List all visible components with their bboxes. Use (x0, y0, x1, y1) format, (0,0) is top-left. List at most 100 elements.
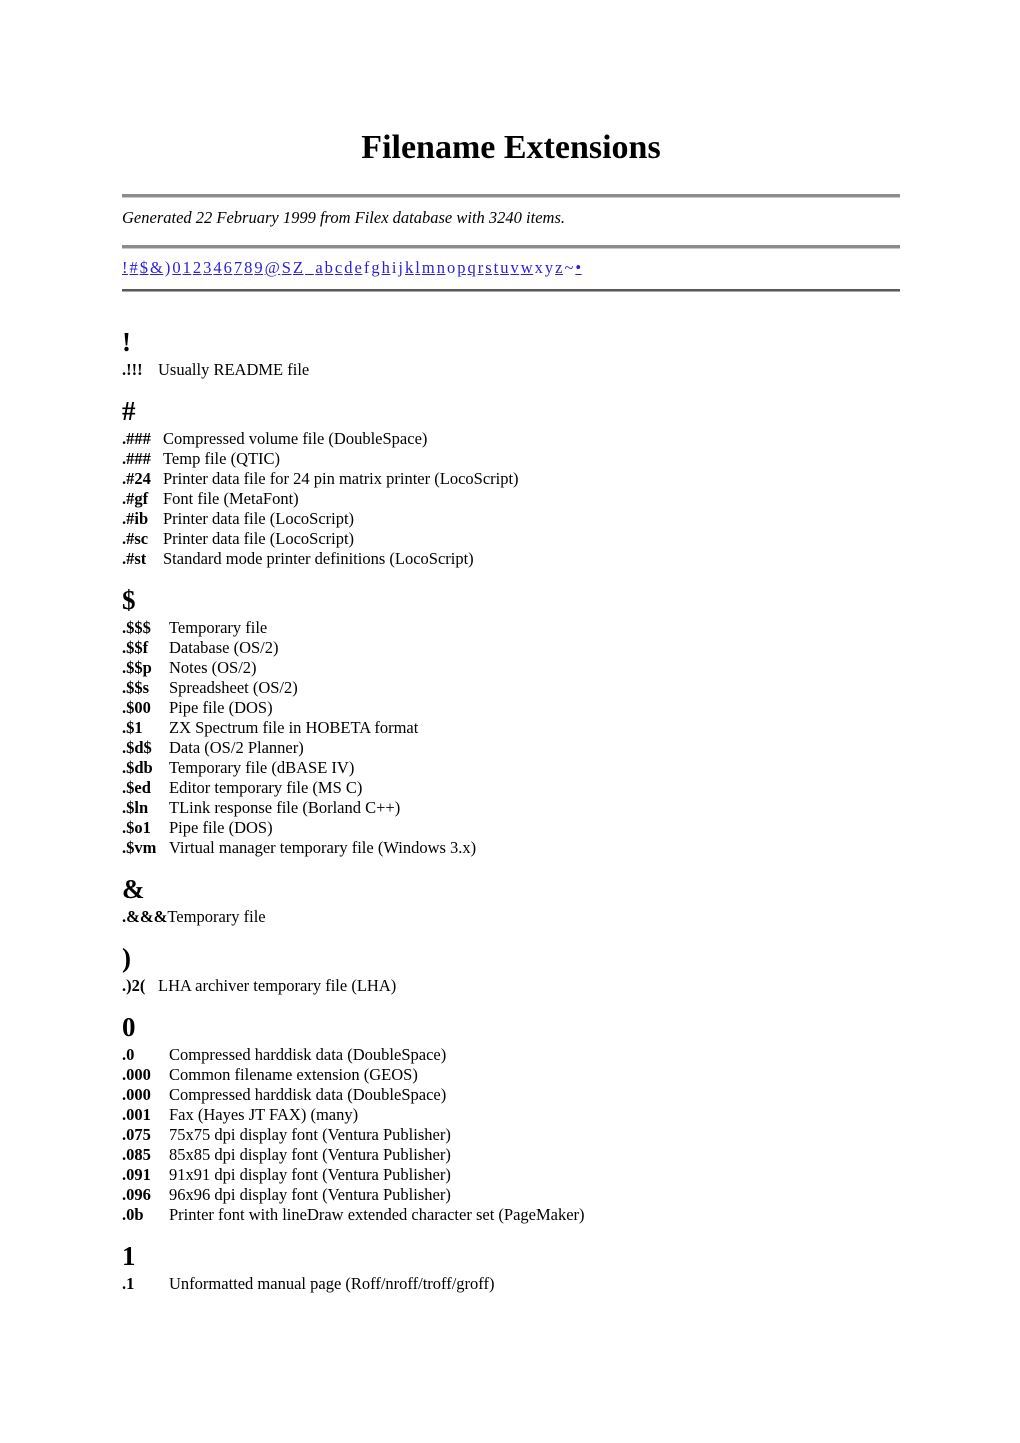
extension-name: .075 (122, 1125, 151, 1144)
extension-entry: .#24 Printer data file for 24 pin matrix … (122, 469, 900, 489)
index-link-19[interactable]: b (325, 258, 334, 277)
index-link-26[interactable]: i (392, 258, 397, 277)
section-5: 0 .0 Compressed harddisk data (DoubleSpace… (122, 1012, 900, 1225)
index-link-42[interactable]: y (545, 258, 554, 277)
document-content: Filename Extensions Generated 22 Februar… (122, 0, 900, 1294)
extension-name: .096 (122, 1185, 151, 1204)
index-link-20[interactable]: c (335, 258, 343, 277)
extension-entry: .000 Compressed harddisk data (DoubleSpac… (122, 1085, 900, 1105)
extension-description: Temporary file (167, 907, 266, 926)
index-link-0[interactable]: ! (122, 258, 128, 277)
index-link-32[interactable]: o (447, 258, 456, 277)
section-heading: ) (122, 943, 131, 973)
extension-name: .000 (122, 1065, 151, 1084)
index-link-12[interactable]: 8 (244, 258, 253, 277)
extension-name: .0b (122, 1205, 144, 1224)
index-link-9[interactable]: 4 (213, 258, 222, 277)
extension-description: 75x75 dpi display font (Ventura Publishe… (169, 1125, 451, 1144)
extension-name: .$$f (122, 638, 149, 657)
index-link-36[interactable]: s (485, 258, 492, 277)
extension-entry: .$1 ZX Spectrum file in HOBETA format (122, 718, 900, 738)
extension-description: Common filename extension (GEOS) (169, 1065, 418, 1084)
extension-entry: .075 75x75 dpi display font (Ventura Publ… (122, 1125, 900, 1145)
index-link-1[interactable]: # (130, 258, 139, 277)
index-link-22[interactable]: e (354, 258, 362, 277)
index-link-30[interactable]: m (422, 258, 435, 277)
index-link-25[interactable]: h (382, 258, 391, 277)
page-title: Filename Extensions (361, 129, 661, 166)
section-heading: 0 (122, 1012, 136, 1042)
index-link-15[interactable]: S (282, 258, 292, 277)
extension-name: .001 (122, 1105, 151, 1124)
index-link-2[interactable]: $ (140, 258, 149, 277)
index-link-28[interactable]: k (405, 258, 414, 277)
entry-list: .1 Unformatted manual page (Roff/nroff/tr… (122, 1274, 900, 1294)
extension-name: .0 (122, 1045, 135, 1064)
index-link-31[interactable]: n (437, 258, 446, 277)
extension-entry: .$$s Spreadsheet (OS/2) (122, 678, 900, 698)
extension-entry: .$00 Pipe file (DOS) (122, 698, 900, 718)
index-link-44[interactable]: ~ (564, 258, 573, 277)
index-link-5[interactable]: 0 (172, 258, 181, 277)
extension-description: Compressed harddisk data (DoubleSpace) (169, 1085, 447, 1104)
extension-entry: .!!! Usually README file (122, 360, 900, 380)
index-link-4[interactable]: ) (165, 258, 171, 277)
extension-entry: .### Compressed volume file (DoubleSpace) (122, 429, 900, 449)
section-2: $ .$$$ Temporary file .$$f Database (OS/2) .$… (122, 585, 900, 858)
index-link-45[interactable]: • (575, 258, 581, 277)
index-link-18[interactable]: a (315, 258, 323, 277)
extension-name: .085 (122, 1145, 151, 1164)
index-link-16[interactable]: Z (293, 258, 304, 277)
index-link-27[interactable]: j (398, 258, 403, 277)
index-link-34[interactable]: q (467, 258, 476, 277)
extension-name: .$$s (122, 678, 150, 697)
index-link-23[interactable]: f (364, 258, 370, 277)
section-1: # .### Compressed volume file (DoubleSpace… (122, 396, 900, 569)
index-link-10[interactable]: 6 (224, 258, 233, 277)
index-link-14[interactable]: @ (265, 258, 281, 277)
sections-container: !.!!! Usually README file # .### Compressed … (122, 291, 900, 1294)
extension-name: .)2( (122, 976, 146, 995)
index-link-37[interactable]: t (494, 258, 499, 277)
extension-entry: .)2(LHA archiver temporary file (LHA) (122, 976, 900, 996)
entry-list: .0 Compressed harddisk data (DoubleSpace)… (122, 1045, 900, 1225)
extension-name: .$d$ (122, 738, 152, 757)
index-link-6[interactable]: 1 (183, 258, 192, 277)
extension-description: Virtual manager temporary file (Windows … (169, 838, 477, 857)
index-link-21[interactable]: d (344, 258, 353, 277)
index-link-13[interactable]: 9 (254, 258, 263, 277)
extension-description: 91x91 dpi display font (Ventura Publishe… (169, 1165, 451, 1184)
index-link-41[interactable]: x (535, 258, 544, 277)
extension-entry: .#sc Printer data file (LocoScript) (122, 529, 900, 549)
extension-entry: .0 Compressed harddisk data (DoubleSpace) (122, 1045, 900, 1065)
extension-entry: .$o1 Pipe file (DOS) (122, 818, 900, 838)
extension-entry: .#gf Font file (MetaFont) (122, 489, 900, 509)
extension-entry: .$db Temporary file (dBASE IV) (122, 758, 900, 778)
index-link-43[interactable]: z (555, 258, 563, 277)
extension-entry: .$ln TLink response file (Borland C++) (122, 798, 900, 818)
index-link-35[interactable]: r (478, 258, 484, 277)
extension-description: Database (OS/2) (169, 638, 279, 657)
index-link-17[interactable]: _ (305, 258, 314, 277)
index-link-38[interactable]: u (500, 258, 509, 277)
extension-description: Printer data file for 24 pin matrix prin… (163, 469, 519, 488)
index-link-24[interactable]: g (371, 258, 380, 277)
section-3: & .&&&Temporary file (122, 874, 900, 927)
index-link-8[interactable]: 3 (203, 258, 212, 277)
extension-name: .$ln (122, 798, 149, 817)
index-link-39[interactable]: v (510, 258, 519, 277)
index-link-11[interactable]: 7 (234, 258, 243, 277)
index-link-29[interactable]: l (415, 258, 420, 277)
extension-entry: .1 Unformatted manual page (Roff/nroff/tr… (122, 1274, 900, 1294)
index-link-7[interactable]: 2 (193, 258, 202, 277)
extension-entry: .001 Fax (Hayes JT FAX) (many) (122, 1105, 900, 1125)
index-link-40[interactable]: w (521, 258, 533, 277)
section-heading: # (122, 396, 136, 426)
index-link-33[interactable]: p (457, 258, 466, 277)
extension-description: Fax (Hayes JT FAX) (many) (169, 1105, 359, 1124)
index-link-3[interactable]: & (150, 258, 163, 277)
